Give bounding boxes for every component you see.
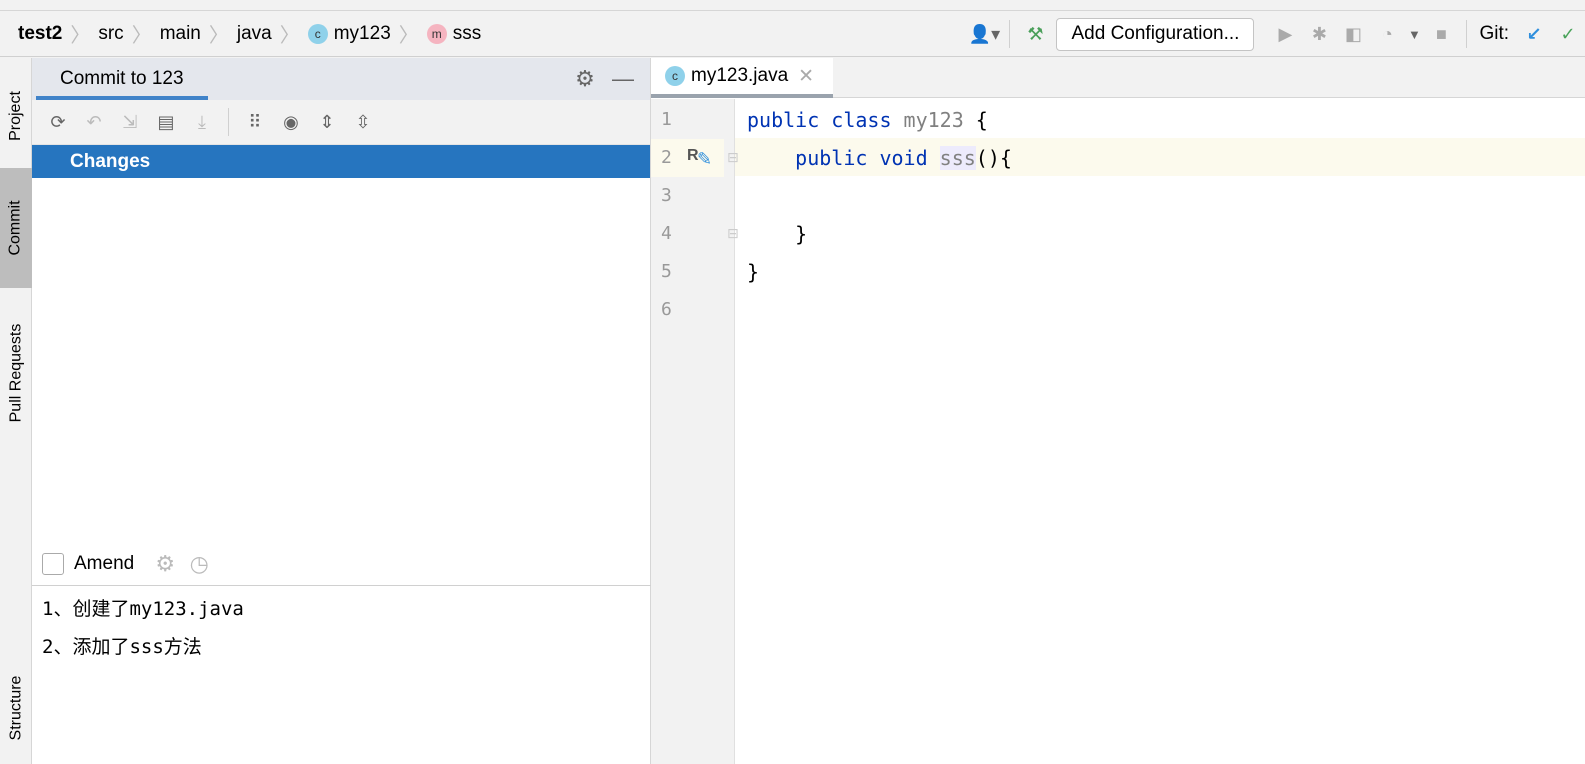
tool-tab-project[interactable]: Project xyxy=(0,66,32,166)
editor-tab-bar: c my123.java ✕ xyxy=(651,58,1585,98)
breadcrumb-java[interactable]: java 〉 xyxy=(237,19,300,48)
line-number: 4 xyxy=(661,223,672,244)
chevron-right-icon: 〉 xyxy=(279,25,300,47)
code-text: { xyxy=(963,108,988,132)
tool-tab-pull-requests[interactable]: Pull Requests xyxy=(0,298,32,448)
crumb-label: src xyxy=(98,22,124,44)
keyword: public class xyxy=(747,108,892,132)
git-commit-icon[interactable]: ✓ xyxy=(1551,19,1585,49)
commit-toolbar: ⟳ ↶ ⇲ ▤ ⤓ ⠿ ◉ ⇕ ⇳ xyxy=(32,100,650,145)
crumb-label: main xyxy=(159,22,201,44)
class-icon: c xyxy=(307,23,328,44)
divider xyxy=(1466,20,1468,48)
preview-eye-icon[interactable]: ◉ xyxy=(273,107,309,137)
tab-label: Structure xyxy=(7,675,25,741)
tab-label: Project xyxy=(7,91,25,141)
coverage-icon[interactable]: ◧ xyxy=(1336,19,1370,49)
divider xyxy=(228,108,229,136)
class-name: my123 xyxy=(903,108,964,132)
crumb-label: test2 xyxy=(18,22,63,44)
code-line-1[interactable]: public class my123 { xyxy=(747,101,988,139)
keyword: public void xyxy=(795,146,928,170)
changelist-icon[interactable]: ▤ xyxy=(148,107,184,137)
method-icon: m xyxy=(426,23,447,44)
expand-all-icon[interactable]: ⇕ xyxy=(309,107,345,137)
code-line-2[interactable]: public void sss(){ xyxy=(747,139,1012,177)
crumb-label: sss xyxy=(452,22,482,44)
code-text: } xyxy=(795,222,808,246)
amend-row: Amend ⚙ ◷ xyxy=(32,542,651,586)
close-icon[interactable]: ✕ xyxy=(798,65,814,88)
crumb-label: my123 xyxy=(333,22,391,44)
history-clock-icon[interactable]: ◷ xyxy=(182,549,216,579)
breadcrumb-class[interactable]: c my123 〉 xyxy=(307,19,419,48)
user-dropdown-icon[interactable]: 👤▾ xyxy=(967,19,1001,49)
debug-icon[interactable]: ✱ xyxy=(1302,19,1336,49)
more-dropdown-icon[interactable]: ▼ xyxy=(1404,19,1424,49)
code-line-4[interactable]: } xyxy=(747,215,807,253)
group-by-icon[interactable]: ⠿ xyxy=(237,107,273,137)
message-line: 2、添加了sss方法 xyxy=(42,636,202,658)
chevron-right-icon: 〉 xyxy=(131,25,152,47)
amend-checkbox[interactable] xyxy=(42,552,64,575)
breadcrumb-main[interactable]: main 〉 xyxy=(160,19,229,48)
add-configuration-button[interactable]: Add Configuration... xyxy=(1056,17,1255,51)
amend-label[interactable]: Amend xyxy=(74,553,134,575)
build-hammer-icon[interactable]: ⚒ xyxy=(1018,19,1052,49)
tab-label: Commit xyxy=(7,200,25,256)
line-number: 5 xyxy=(661,261,672,282)
tab-commit-to-123[interactable]: Commit to 123 xyxy=(36,58,208,100)
crumb-label: java xyxy=(236,22,272,44)
line-number: 3 xyxy=(661,185,672,206)
minimize-icon[interactable]: — xyxy=(606,64,640,94)
code-line-5[interactable]: } xyxy=(747,253,759,291)
run-icon[interactable]: ▶ xyxy=(1268,19,1302,49)
edit-pencil-icon[interactable]: ✎ xyxy=(697,149,712,170)
gear-icon[interactable]: ⚙ xyxy=(148,549,182,579)
tool-tab-commit[interactable]: Commit xyxy=(0,168,32,288)
gear-icon[interactable]: ⚙ xyxy=(568,64,602,94)
collapse-all-icon[interactable]: ⇳ xyxy=(345,107,381,137)
navigation-bar: test2 〉 src 〉 main 〉 java 〉 c my123 〉 m sss 👤▾ … xyxy=(0,11,1585,57)
message-line: 1、创建了my123.java xyxy=(42,598,244,620)
fold-end-icon[interactable]: ⊟ xyxy=(727,225,739,242)
breadcrumb-project[interactable]: test2 〉 xyxy=(18,19,90,48)
tab-label: Pull Requests xyxy=(7,323,24,423)
divider xyxy=(1009,20,1011,48)
tool-window-stripe: Project Commit Pull Requests Structure xyxy=(0,58,32,764)
code-text: } xyxy=(747,260,760,284)
chevron-right-icon: 〉 xyxy=(398,25,419,47)
git-update-icon[interactable]: ↙ xyxy=(1517,19,1551,49)
code-text: (){ xyxy=(975,146,1012,170)
refresh-icon[interactable]: ⟳ xyxy=(40,107,76,137)
changes-node[interactable]: Changes xyxy=(32,145,650,178)
stop-icon[interactable]: ■ xyxy=(1424,19,1458,49)
gutter: 1 2 3 4 5 6 R ✎ ⊟ ⊟ xyxy=(651,99,739,764)
profile-icon[interactable]: ◔ xyxy=(1370,19,1404,49)
method-name: sss xyxy=(939,146,976,170)
class-icon: c xyxy=(665,66,685,86)
breadcrumb-src[interactable]: src 〉 xyxy=(98,19,151,48)
fold-icon[interactable]: ⊟ xyxy=(727,149,739,166)
commit-panel-header: Commit to 123 ⚙ — xyxy=(32,58,650,100)
tab-my123-java[interactable]: c my123.java ✕ xyxy=(651,58,833,98)
git-label: Git: xyxy=(1479,23,1509,44)
commit-message-input[interactable]: 1、创建了my123.java 2、添加了sss方法 xyxy=(42,590,244,666)
chevron-right-icon: 〉 xyxy=(208,25,229,47)
tab-label: my123.java xyxy=(691,65,789,86)
rollback-icon[interactable]: ↶ xyxy=(76,107,112,137)
commit-panel: Commit to 123 ⚙ — ⟳ ↶ ⇲ ▤ ⤓ ⠿ ◉ ⇕ ⇳ Chan… xyxy=(32,58,651,764)
editor: c my123.java ✕ 1 2 3 4 5 6 R ✎ ⊟ ⊟ publi… xyxy=(651,58,1585,764)
breadcrumb-method[interactable]: m sss xyxy=(426,22,482,45)
line-number: 6 xyxy=(661,299,672,320)
tool-tab-structure[interactable]: Structure xyxy=(0,658,32,758)
window-title-strip xyxy=(0,0,1585,11)
line-number: 1 xyxy=(661,109,672,130)
chevron-right-icon: 〉 xyxy=(70,25,91,47)
shelve-icon[interactable]: ⇲ xyxy=(112,107,148,137)
download-icon[interactable]: ⤓ xyxy=(184,107,220,137)
